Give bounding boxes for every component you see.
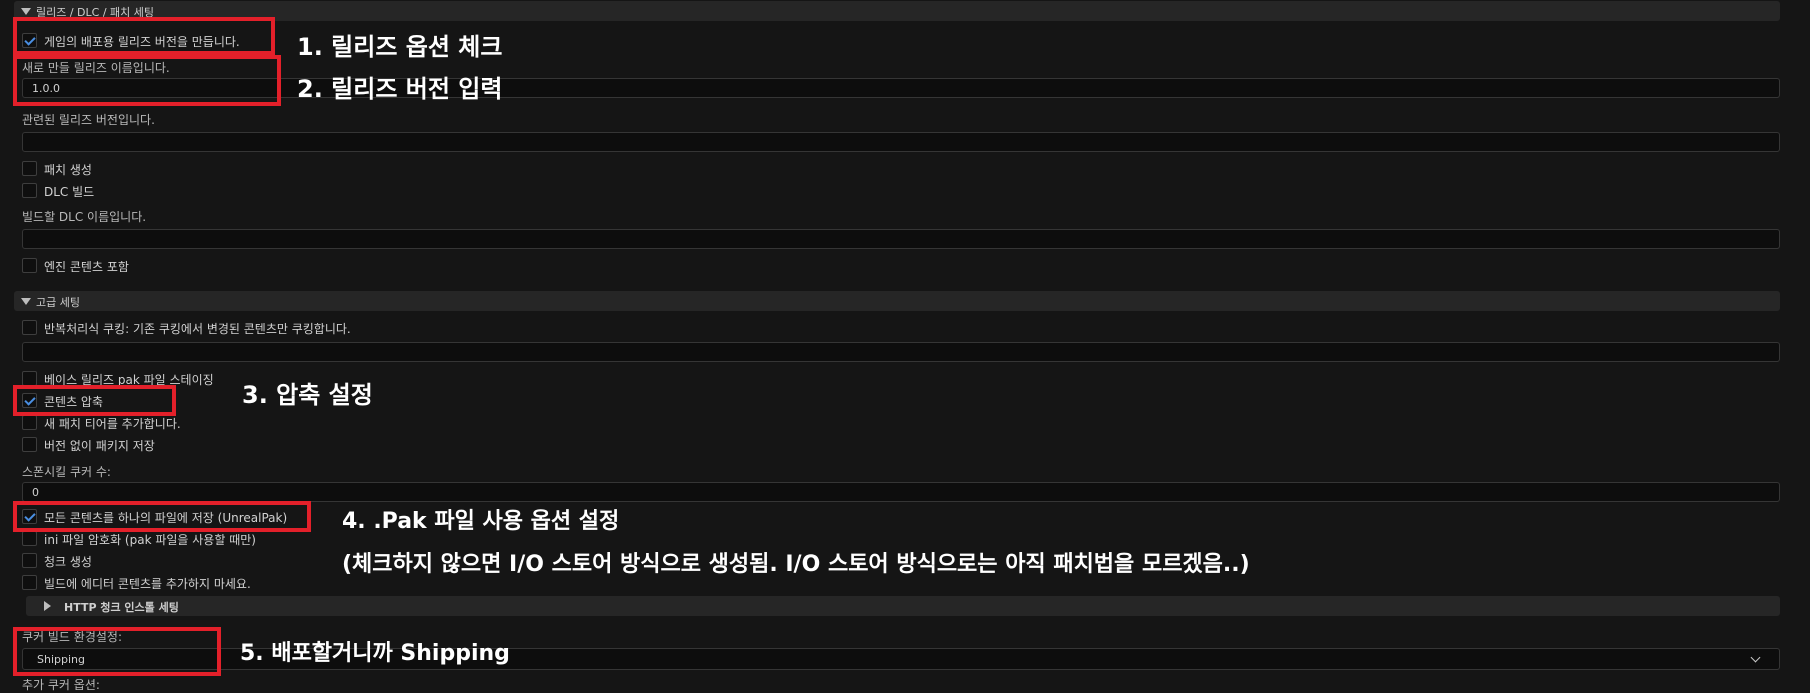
no-editor-content-checkbox[interactable]	[22, 575, 37, 590]
section-title: HTTP 청크 인스톨 세팅	[64, 601, 179, 614]
chevron-down-icon	[1750, 652, 1761, 663]
iterative-cook-input[interactable]	[22, 342, 1780, 362]
save-unversioned-label: 버전 없이 패키지 저장	[44, 439, 155, 453]
section-header-advanced[interactable]: 고급 세팅	[14, 291, 1780, 311]
stage-base-pak-checkbox[interactable]	[22, 371, 37, 386]
save-unversioned-checkbox[interactable]	[22, 437, 37, 452]
highlight-box-4	[13, 501, 311, 532]
based-on-release-label: 관련된 릴리즈 버전입니다.	[22, 113, 155, 127]
collapse-arrow-icon[interactable]	[21, 298, 31, 305]
section-title: 고급 세팅	[36, 296, 80, 309]
annotation-4-line-1: 4. .Pak 파일 사용 옵션 설정	[342, 509, 620, 534]
annotation-4-line-2: (체크하지 않으면 I/O 스토어 방식으로 생성됨. I/O 스토어 방식으로…	[342, 552, 1250, 577]
section-header-http-chunk[interactable]: HTTP 청크 인스톨 세팅	[26, 596, 1780, 616]
build-dlc-checkbox[interactable]	[22, 183, 37, 198]
highlight-box-1	[13, 17, 275, 55]
num-cookers-input[interactable]: 0	[22, 482, 1780, 502]
generate-chunks-label: 청크 생성	[44, 555, 92, 569]
highlight-box-5	[13, 627, 221, 676]
iterative-cook-checkbox[interactable]	[22, 320, 37, 335]
section-header-release[interactable]: 릴리즈 / DLC / 패치 세팅	[14, 1, 1780, 21]
dlc-name-label: 빌드할 DLC 이름입니다.	[22, 210, 147, 224]
no-editor-content-label: 빌드에 에디터 콘텐츠를 추가하지 마세요.	[44, 577, 251, 591]
annotation-2: 2. 릴리즈 버전 입력	[297, 75, 503, 103]
generate-chunks-checkbox[interactable]	[22, 553, 37, 568]
add-patch-tier-checkbox[interactable]	[22, 415, 37, 430]
add-patch-tier-label: 새 패치 티어를 추가합니다.	[44, 417, 181, 431]
annotation-5: 5. 배포할거니까 Shipping	[240, 641, 510, 666]
generate-patch-checkbox[interactable]	[22, 161, 37, 176]
include-engine-label: 엔진 콘텐츠 포함	[44, 260, 129, 274]
include-engine-checkbox[interactable]	[22, 258, 37, 273]
dlc-name-input[interactable]	[22, 229, 1780, 249]
num-cookers-label: 스폰시킬 쿠커 수:	[22, 465, 111, 479]
annotation-3: 3. 압축 설정	[242, 381, 373, 409]
highlight-box-3	[13, 385, 176, 416]
encrypt-ini-label: ini 파일 암호화 (pak 파일을 사용할 때만)	[44, 533, 256, 547]
collapse-arrow-icon[interactable]	[21, 8, 31, 15]
based-on-release-input[interactable]	[22, 132, 1780, 152]
expand-arrow-icon[interactable]	[44, 601, 51, 611]
encrypt-ini-checkbox[interactable]	[22, 531, 37, 546]
highlight-box-2	[13, 55, 281, 106]
build-dlc-label: DLC 빌드	[44, 185, 95, 199]
annotation-1: 1. 릴리즈 옵션 체크	[297, 33, 503, 61]
additional-cooker-options-label: 추가 쿠커 옵션:	[22, 678, 100, 692]
iterative-cook-label: 반복처리식 쿠킹: 기존 쿠킹에서 변경된 콘텐츠만 쿠킹합니다.	[44, 322, 351, 336]
generate-patch-label: 패치 생성	[44, 163, 92, 177]
new-release-input[interactable]: 1.0.0	[22, 78, 1780, 98]
